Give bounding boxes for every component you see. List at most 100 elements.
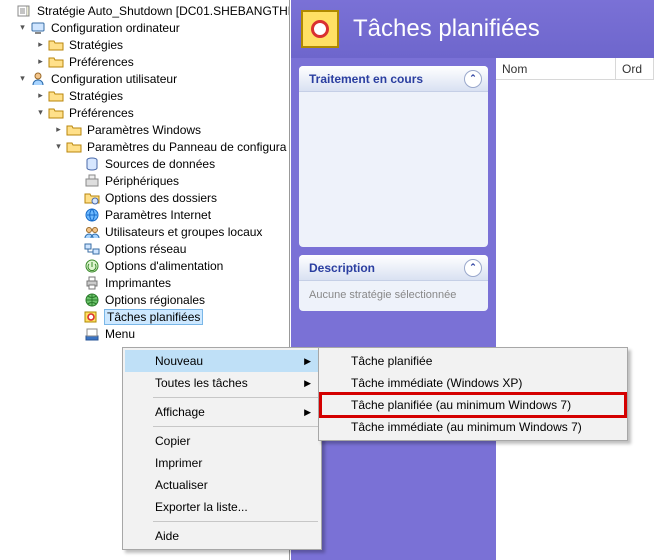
tree-pref-windows[interactable]: ▸ Paramètres Windows [2, 121, 289, 138]
list-pane: Nom Ord [496, 58, 654, 560]
tree-label: Options réseau [103, 241, 188, 257]
ctx-imprimer[interactable]: Imprimer [125, 452, 319, 474]
tree-cfg-user[interactable]: ▾ Configuration utilisateur [2, 70, 289, 87]
list-header: Nom Ord [496, 58, 654, 80]
toggle-expanded-icon[interactable]: ▾ [16, 72, 29, 85]
menu-separator [153, 426, 318, 427]
tree-label: Périphériques [103, 173, 181, 189]
tree-strategies-user[interactable]: ▸ Stratégies [2, 87, 289, 104]
tree-label: Menu [103, 326, 137, 342]
column-nom[interactable]: Nom [496, 58, 616, 79]
ctx-actualiser[interactable]: Actualiser [125, 474, 319, 496]
sub-label: Tâche immédiate (au minimum Windows 7) [351, 420, 582, 434]
tree-sources[interactable]: Sources de données [2, 155, 289, 172]
network-icon [84, 241, 100, 257]
context-menu: Nouveau ▶ Toutes les tâches ▶ Affichage … [122, 347, 322, 550]
menu-separator [153, 397, 318, 398]
tree-opts-alim[interactable]: Options d'alimentation [2, 257, 289, 274]
scheduled-tasks-header-icon [301, 10, 339, 48]
tree-label: Préférences [67, 105, 136, 121]
tree-label: Imprimantes [103, 275, 173, 291]
tree-peripheriques[interactable]: Périphériques [2, 172, 289, 189]
start-menu-icon [84, 326, 100, 342]
tree-label: Paramètres du Panneau de configura [85, 139, 288, 155]
tree-opts-region[interactable]: Options régionales [2, 291, 289, 308]
sub-label: Tâche immédiate (Windows XP) [351, 376, 522, 390]
tree-pref-panel[interactable]: ▾ Paramètres du Panneau de configura [2, 138, 289, 155]
computer-icon [30, 20, 46, 36]
tree-label: Configuration ordinateur [49, 20, 182, 36]
page-title: Tâches planifiées [353, 15, 540, 43]
tree-preferences-user[interactable]: ▾ Préférences [2, 104, 289, 121]
panel-description: Description ⌃ Aucune stratégie sélection… [299, 255, 488, 311]
tree-imprimantes[interactable]: Imprimantes [2, 274, 289, 291]
tree-label: Options régionales [103, 292, 207, 308]
toggle-collapsed-icon[interactable]: ▸ [34, 38, 47, 51]
device-icon [84, 173, 100, 189]
toggle-expanded-icon[interactable]: ▾ [16, 21, 29, 34]
tree-label: Tâches planifiées [104, 309, 203, 325]
tree-label: Paramètres Windows [85, 122, 203, 138]
chevron-up-icon[interactable]: ⌃ [464, 259, 482, 277]
toggle-collapsed-icon[interactable]: ▸ [34, 89, 47, 102]
toggle-expanded-icon[interactable]: ▾ [34, 106, 47, 119]
tree-param-internet[interactable]: Paramètres Internet [2, 206, 289, 223]
folder-icon [48, 88, 64, 104]
chevron-up-icon[interactable]: ⌃ [464, 70, 482, 88]
tree-menu-demarrer[interactable]: Menu [2, 325, 289, 342]
internet-icon [84, 207, 100, 223]
panel-head-description[interactable]: Description ⌃ [299, 255, 488, 281]
sub-tache-immediate-xp[interactable]: Tâche immédiate (Windows XP) [321, 372, 625, 394]
sub-tache-planifiee[interactable]: Tâche planifiée [321, 350, 625, 372]
menu-separator [153, 521, 318, 522]
panel-title: Traitement en cours [309, 72, 423, 86]
tree-label: Préférences [67, 54, 136, 70]
scheduled-task-icon [84, 309, 100, 325]
sub-label: Tâche planifiée [351, 354, 432, 368]
submenu-arrow-icon: ▶ [304, 378, 311, 389]
folder-icon [48, 105, 64, 121]
ctx-label: Actualiser [155, 478, 208, 492]
folder-icon [48, 37, 64, 53]
panel-body-processing [299, 92, 488, 247]
tree-label: Stratégies [67, 88, 125, 104]
tree-label: Paramètres Internet [103, 207, 213, 223]
ctx-label: Nouveau [155, 354, 203, 368]
ctx-aide[interactable]: Aide [125, 525, 319, 547]
panel-body-description: Aucune stratégie sélectionnée [299, 281, 488, 311]
ctx-copier[interactable]: Copier [125, 430, 319, 452]
tree-opts-dossiers[interactable]: Options des dossiers [2, 189, 289, 206]
tree-label: Stratégies [67, 37, 125, 53]
ctx-label: Toutes les tâches [155, 376, 248, 390]
scroll-icon [16, 3, 32, 19]
tree-taches-planifiees[interactable]: Tâches planifiées [2, 308, 289, 325]
submenu-arrow-icon: ▶ [304, 356, 311, 367]
ctx-affichage[interactable]: Affichage ▶ [125, 401, 319, 423]
folder-icon [48, 54, 64, 70]
toggle-expanded-icon[interactable]: ▾ [52, 140, 65, 153]
ctx-exporter[interactable]: Exporter la liste... [125, 496, 319, 518]
globe-icon [84, 292, 100, 308]
tree-strategies-computer[interactable]: ▸ Stratégies [2, 36, 289, 53]
user-icon [30, 71, 46, 87]
tree-users-groups[interactable]: Utilisateurs et groupes locaux [2, 223, 289, 240]
tree-root[interactable]: ▶ Stratégie Auto_Shutdown [DC01.SHEBANGT… [2, 2, 289, 19]
ctx-label: Copier [155, 434, 190, 448]
ctx-label: Affichage [155, 405, 205, 419]
toggle-collapsed-icon[interactable]: ▸ [52, 123, 65, 136]
tree: ▶ Stratégie Auto_Shutdown [DC01.SHEBANGT… [0, 0, 289, 342]
toggle-collapsed-icon[interactable]: ▸ [34, 55, 47, 68]
folder-options-icon [84, 190, 100, 206]
folder-icon [66, 139, 82, 155]
column-ordre[interactable]: Ord [616, 58, 654, 79]
detail-pane: Tâches planifiées Traitement en cours ⌃ … [291, 0, 654, 560]
tree-preferences-computer[interactable]: ▸ Préférences [2, 53, 289, 70]
folder-icon [66, 122, 82, 138]
panel-head-processing[interactable]: Traitement en cours ⌃ [299, 66, 488, 92]
sub-tache-planifiee-w7[interactable]: Tâche planifiée (au minimum Windows 7) [321, 394, 625, 416]
tree-opts-reseau[interactable]: Options réseau [2, 240, 289, 257]
ctx-nouveau[interactable]: Nouveau ▶ [125, 350, 319, 372]
ctx-toutes-taches[interactable]: Toutes les tâches ▶ [125, 372, 319, 394]
sub-tache-immediate-w7[interactable]: Tâche immédiate (au minimum Windows 7) [321, 416, 625, 438]
tree-cfg-computer[interactable]: ▾ Configuration ordinateur [2, 19, 289, 36]
